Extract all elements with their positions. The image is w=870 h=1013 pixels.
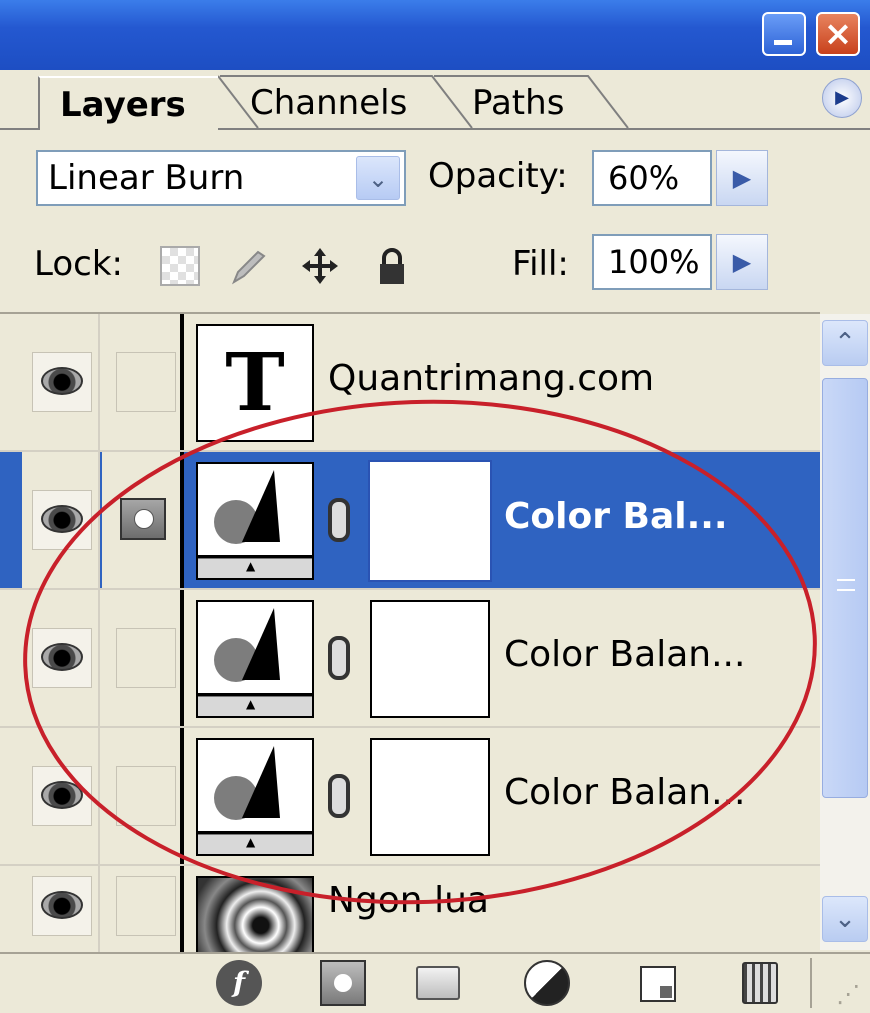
visibility-toggle[interactable] bbox=[32, 876, 92, 936]
panel-menu-icon[interactable]: ▶ bbox=[822, 78, 862, 118]
layer-name[interactable]: Color Balan... bbox=[504, 772, 745, 813]
visibility-toggle[interactable] bbox=[32, 490, 92, 550]
layer-mask-thumbnail[interactable] bbox=[370, 600, 490, 718]
lock-all-icon[interactable] bbox=[372, 246, 412, 286]
layer-row[interactable]: Color Balan... bbox=[0, 590, 820, 728]
lock-label: Lock: bbox=[34, 244, 123, 284]
chevron-down-icon[interactable]: ⌄ bbox=[356, 156, 400, 200]
link-cell[interactable] bbox=[102, 452, 184, 588]
visibility-cell[interactable] bbox=[22, 590, 100, 726]
visibility-cell[interactable] bbox=[22, 866, 100, 952]
visibility-toggle[interactable] bbox=[32, 628, 92, 688]
layer-name[interactable]: Quantrimang.com bbox=[328, 358, 654, 399]
title-bar: × bbox=[0, 0, 870, 70]
chain-link-icon[interactable] bbox=[328, 774, 350, 818]
lock-image-pixels-icon[interactable] bbox=[228, 246, 268, 286]
layers-scrollbar[interactable]: ⌃ ⌄ bbox=[820, 314, 870, 950]
visibility-cell[interactable] bbox=[22, 452, 100, 588]
eye-icon bbox=[41, 781, 83, 809]
opacity-input[interactable]: 60% bbox=[592, 150, 712, 206]
text-layer-thumbnail: T bbox=[196, 324, 314, 442]
minimize-icon[interactable] bbox=[762, 12, 806, 56]
lock-position-icon[interactable] bbox=[300, 246, 340, 286]
add-mask-icon[interactable] bbox=[320, 960, 366, 1006]
tab-channels[interactable]: Channels bbox=[232, 76, 432, 130]
opacity-label: Opacity: bbox=[428, 156, 568, 196]
layer-name[interactable]: Ngon lua bbox=[328, 880, 489, 921]
adjustment-thumbnail bbox=[196, 462, 314, 580]
scroll-thumb[interactable] bbox=[822, 378, 868, 798]
link-toggle[interactable] bbox=[116, 628, 176, 688]
eye-icon bbox=[41, 367, 83, 395]
fill-slider-button[interactable]: ▶ bbox=[716, 234, 768, 290]
new-adjustment-layer-icon[interactable] bbox=[524, 960, 570, 1006]
layer-row-selected[interactable]: Color Bal... bbox=[0, 452, 820, 590]
close-icon[interactable]: × bbox=[816, 12, 860, 56]
layers-panel: × Layers Channels Paths ▶ Linear Burn ⌄ … bbox=[0, 0, 870, 1013]
chain-link-icon[interactable] bbox=[328, 498, 350, 542]
image-layer-thumbnail bbox=[196, 876, 314, 952]
layer-row[interactable]: Color Balan... bbox=[0, 728, 820, 866]
layer-mask-thumbnail[interactable] bbox=[370, 738, 490, 856]
link-toggle[interactable] bbox=[116, 876, 176, 936]
layer-style-icon[interactable]: f bbox=[216, 960, 262, 1006]
resize-grip-icon[interactable]: ⋰ bbox=[836, 980, 860, 1008]
toolbar-divider bbox=[810, 958, 812, 1008]
visibility-cell[interactable] bbox=[22, 314, 100, 450]
link-cell[interactable] bbox=[102, 590, 184, 726]
layer-name[interactable]: Color Balan... bbox=[504, 634, 745, 675]
lock-transparent-pixels-icon[interactable] bbox=[160, 246, 200, 286]
delete-layer-icon[interactable] bbox=[742, 962, 778, 1004]
eye-icon bbox=[41, 891, 83, 919]
link-cell[interactable] bbox=[102, 866, 184, 952]
link-cell[interactable] bbox=[102, 314, 184, 450]
chain-link-icon[interactable] bbox=[328, 636, 350, 680]
grip-icon bbox=[837, 579, 855, 591]
visibility-cell[interactable] bbox=[22, 728, 100, 864]
layer-mask-thumbnail[interactable] bbox=[368, 460, 492, 582]
new-group-icon[interactable] bbox=[416, 966, 460, 1000]
new-layer-icon[interactable] bbox=[640, 966, 676, 1002]
link-cell[interactable] bbox=[102, 728, 184, 864]
fill-input[interactable]: 100% bbox=[592, 234, 712, 290]
adjustment-thumbnail bbox=[196, 600, 314, 718]
visibility-toggle[interactable] bbox=[32, 352, 92, 412]
opacity-slider-button[interactable]: ▶ bbox=[716, 150, 768, 206]
link-toggle[interactable] bbox=[116, 490, 176, 550]
link-toggle[interactable] bbox=[116, 352, 176, 412]
layer-name[interactable]: Color Bal... bbox=[504, 496, 728, 537]
adjustment-thumbnail bbox=[196, 738, 314, 856]
blend-mode-select[interactable]: Linear Burn ⌄ bbox=[36, 150, 406, 206]
layer-row[interactable]: Ngon lua bbox=[0, 866, 820, 952]
mask-indicator-icon bbox=[120, 498, 166, 540]
scroll-up-icon[interactable]: ⌃ bbox=[822, 320, 868, 366]
fill-label: Fill: bbox=[512, 244, 569, 284]
tab-paths[interactable]: Paths bbox=[450, 76, 600, 130]
scroll-down-icon[interactable]: ⌄ bbox=[822, 896, 868, 942]
eye-icon bbox=[41, 505, 83, 533]
layers-list: T Quantrimang.com Color Bal... bbox=[0, 312, 820, 952]
layer-row[interactable]: T Quantrimang.com bbox=[0, 314, 820, 452]
link-toggle[interactable] bbox=[116, 766, 176, 826]
eye-icon bbox=[41, 643, 83, 671]
blend-mode-value: Linear Burn bbox=[48, 158, 245, 198]
visibility-toggle[interactable] bbox=[32, 766, 92, 826]
tab-layers[interactable]: Layers bbox=[38, 76, 218, 130]
